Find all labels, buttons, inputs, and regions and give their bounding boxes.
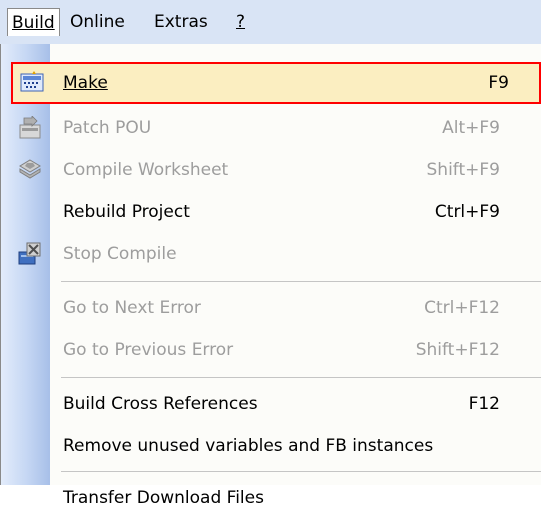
menu-extras-label: Extras (154, 12, 208, 32)
make-icon (20, 71, 44, 95)
menu-item-patch-pou-label: Patch POU (63, 118, 152, 138)
patch-pou-icon (18, 115, 42, 140)
menu-item-transfer-download-files[interactable]: Transfer Download Files (1, 477, 541, 519)
menu-item-remove-unused-variables-label: Remove unused variables and FB instances (63, 436, 434, 456)
menu-separator (61, 281, 541, 282)
menu-bar: Build Online Extras ? (0, 0, 541, 44)
menu-extras[interactable]: Extras (150, 8, 212, 36)
menu-item-next-error-shortcut: Ctrl+F12 (424, 298, 500, 318)
compile-worksheet-icon (18, 158, 42, 182)
menu-build-label: Build (12, 13, 55, 33)
menu-item-compile-worksheet-label: Compile Worksheet (63, 160, 229, 180)
menu-item-transfer-download-files-label: Transfer Download Files (63, 488, 264, 508)
menu-item-compile-worksheet-shortcut: Shift+F9 (426, 160, 500, 180)
menu-item-build-cross-references-shortcut: F12 (468, 394, 500, 414)
menu-help[interactable]: ? (232, 8, 249, 36)
menu-item-rebuild-project-shortcut: Ctrl+F9 (434, 202, 500, 222)
menu-item-stop-compile-label: Stop Compile (63, 244, 177, 264)
menu-item-stop-compile[interactable]: Stop Compile (1, 233, 541, 275)
menu-item-next-error-label: Go to Next Error (63, 298, 201, 318)
menu-online[interactable]: Online (66, 8, 129, 36)
menu-item-build-cross-references[interactable]: Build Cross References F12 (1, 383, 541, 425)
menu-online-label: Online (70, 12, 125, 32)
menu-item-make-label: Make (63, 73, 108, 93)
menu-item-rebuild-project[interactable]: Rebuild Project Ctrl+F9 (1, 191, 541, 233)
menu-item-previous-error-label: Go to Previous Error (63, 340, 234, 360)
menu-help-label: ? (236, 12, 246, 32)
menu-item-compile-worksheet[interactable]: Compile Worksheet Shift+F9 (1, 149, 541, 191)
menu-item-patch-pou-shortcut: Alt+F9 (442, 118, 500, 138)
menu-item-next-error[interactable]: Go to Next Error Ctrl+F12 (1, 287, 541, 329)
build-menu-dropdown: Make F9 Patch POU Alt+F9 Compile Workshe… (0, 44, 541, 508)
menu-item-build-cross-references-label: Build Cross References (63, 394, 258, 414)
menu-item-rebuild-project-label: Rebuild Project (63, 202, 190, 222)
menu-item-patch-pou[interactable]: Patch POU Alt+F9 (1, 107, 541, 149)
menu-item-make-shortcut: F9 (488, 73, 509, 93)
menu-item-remove-unused-variables[interactable]: Remove unused variables and FB instances (1, 425, 541, 467)
menu-separator (61, 377, 541, 378)
menu-item-make[interactable]: Make F9 (11, 62, 541, 104)
menu-build[interactable]: Build (7, 8, 60, 36)
menu-item-previous-error-shortcut: Shift+F12 (415, 340, 500, 360)
menu-item-previous-error[interactable]: Go to Previous Error Shift+F12 (1, 329, 541, 371)
menu-separator (61, 471, 541, 472)
stop-compile-icon (18, 242, 42, 266)
